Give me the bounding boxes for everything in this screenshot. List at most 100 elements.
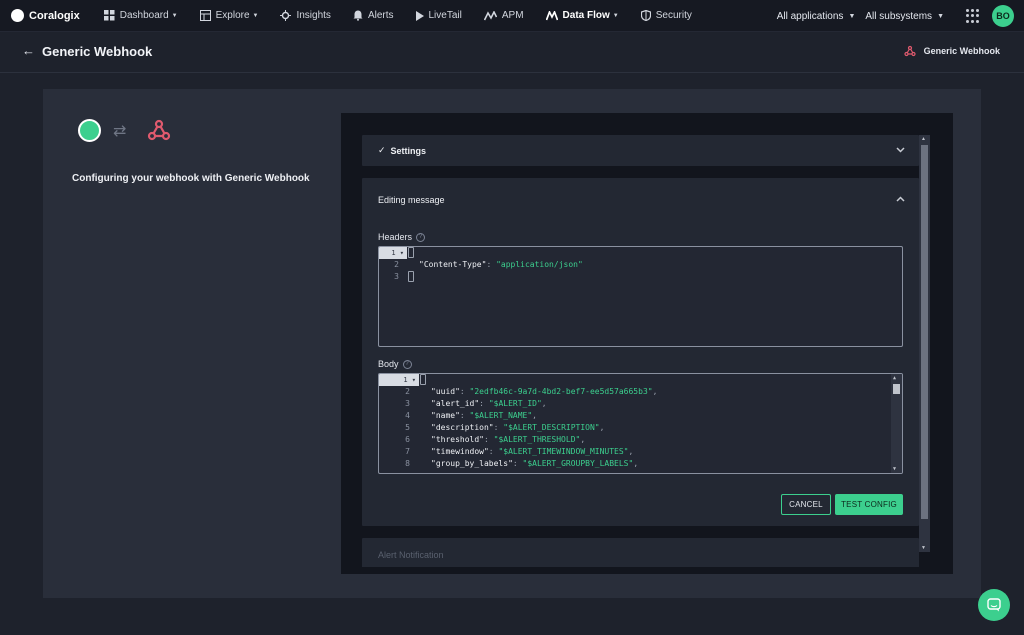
json-comma: ,	[541, 399, 547, 408]
editing-message-title[interactable]: Editing message	[378, 195, 445, 205]
coralogix-logo-icon	[11, 9, 24, 22]
config-panel: ✓ Settings Editing message Headers ? 1 ▾…	[341, 113, 953, 574]
chat-support-button[interactable]	[978, 589, 1010, 621]
chevron-down-icon[interactable]	[896, 145, 905, 155]
line-number: 5	[405, 423, 410, 432]
applications-select[interactable]: All applications ▼	[777, 11, 856, 22]
headers-label: Headers ?	[378, 232, 426, 242]
line-number: 3	[394, 272, 399, 281]
scroll-down-icon[interactable]: ▼	[893, 466, 896, 472]
fold-icon[interactable]: 1 ▾	[391, 247, 404, 259]
test-config-button[interactable]: TEST CONFIG	[835, 494, 903, 515]
nav-dashboard-label: Dashboard	[119, 10, 169, 21]
nav-alerts-label: Alerts	[367, 10, 394, 21]
body-editor-scrollbar[interactable]: ▲ ▼	[891, 374, 902, 473]
line-number: 8	[405, 459, 410, 468]
status-dot	[78, 119, 101, 142]
json-colon: :	[493, 423, 504, 432]
bell-icon	[353, 10, 363, 21]
nav-livetail-label: LiveTail	[428, 10, 462, 21]
nav-livetail[interactable]: LiveTail	[415, 10, 462, 21]
chevron-down-icon: ▼	[252, 12, 259, 19]
nav-data-flow[interactable]: Data Flow ▼	[545, 10, 619, 21]
nav-security[interactable]: Security	[640, 10, 692, 21]
json-key: "description"	[431, 423, 494, 432]
json-colon: :	[488, 447, 499, 456]
dashboard-icon	[103, 10, 115, 21]
user-avatar[interactable]: BO	[992, 5, 1014, 27]
json-comma: ,	[652, 387, 658, 396]
json-value: "$ALERT_ID"	[488, 399, 542, 408]
settings-accordion[interactable]: ✓ Settings	[362, 135, 919, 166]
page-header: ← Generic Webhook Generic Webhook	[0, 32, 1024, 73]
main-panel: ⇄ Configuring your webhook with Generic …	[43, 89, 981, 598]
nav-explore[interactable]: Explore ▼	[199, 10, 259, 21]
code-line: "timewindow": "$ALERT_TIMEWINDOW_MINUTES…	[431, 446, 633, 458]
coralogix-logo[interactable]: Coralogix	[11, 9, 80, 22]
config-scroll-area: ✓ Settings Editing message Headers ? 1 ▾…	[362, 135, 919, 567]
line-number: 2	[394, 260, 399, 269]
alert-notification-accordion[interactable]: Alert Notification	[362, 538, 919, 567]
body-editor[interactable]: 1 ▾ 2 3 4 5 6 7 8 "uuid": "2edfb46c-9a7d…	[378, 373, 903, 474]
swap-arrows-icon: ⇄	[113, 123, 127, 140]
chevron-up-icon[interactable]	[896, 194, 905, 204]
json-value: "$ALERT_NAME"	[469, 411, 533, 420]
headers-editor[interactable]: 1 ▾ 2 3 "Content-Type": "application/jso…	[378, 246, 903, 347]
top-navigation: Coralogix Dashboard ▼ Explore ▼ Insights…	[0, 0, 1024, 32]
scroll-down-icon[interactable]: ▼	[921, 545, 926, 551]
webhook-icon	[904, 45, 916, 57]
json-comma: ,	[580, 435, 586, 444]
json-colon: :	[479, 399, 489, 408]
body-label: Body ?	[378, 359, 412, 369]
nav-insights[interactable]: Insights	[280, 10, 331, 21]
fold-icon[interactable]: 1 ▾	[403, 374, 416, 386]
bracket-match-marker	[408, 271, 414, 282]
code-line: "alert_id": "$ALERT_ID",	[431, 398, 547, 410]
explore-icon	[199, 10, 211, 21]
json-comma: ,	[628, 447, 634, 456]
settings-header: ✓ Settings	[378, 145, 426, 156]
scroll-up-icon[interactable]: ▲	[921, 136, 926, 142]
scrollbar-thumb[interactable]	[893, 384, 900, 394]
nav-alerts[interactable]: Alerts	[353, 10, 394, 21]
cancel-button[interactable]: CANCEL	[781, 494, 831, 515]
headers-label-text: Headers	[378, 232, 413, 242]
integration-name: Generic Webhook	[923, 46, 1000, 56]
subsystems-select[interactable]: All subsystems ▼	[865, 11, 944, 22]
help-icon[interactable]: ?	[416, 232, 426, 242]
active-line-gutter: 1 ▾	[379, 374, 419, 386]
scrollbar-thumb[interactable]	[921, 145, 928, 519]
scroll-up-icon[interactable]: ▲	[893, 375, 896, 381]
json-key: "group_by_labels"	[431, 459, 513, 468]
json-value: "2edfb46c-9a7d-4bd2-bef7-ee5d57a665b3"	[469, 387, 653, 396]
check-icon: ✓	[378, 145, 386, 155]
play-icon	[415, 10, 424, 21]
line-number: 7	[405, 447, 410, 456]
apm-icon	[483, 10, 497, 20]
config-panel-scrollbar[interactable]: ▲ ▼	[919, 135, 930, 552]
json-key: "uuid"	[431, 387, 460, 396]
chevron-down-icon: ▼	[171, 12, 178, 19]
chevron-down-icon: ▼	[848, 12, 856, 20]
settings-title: Settings	[390, 145, 427, 156]
body-label-text: Body	[378, 359, 399, 369]
bracket-match-marker	[420, 374, 426, 385]
webhook-icon	[147, 118, 171, 147]
json-value: "application/json"	[496, 260, 583, 269]
json-comma: ,	[532, 411, 537, 420]
nav-dashboard[interactable]: Dashboard ▼	[103, 10, 178, 21]
back-arrow-icon[interactable]: ←	[22, 44, 36, 58]
json-value: "$ALERT_THRESHOLD"	[493, 435, 581, 444]
editing-message-accordion: Editing message Headers ? 1 ▾ 2 3 "Conte…	[362, 178, 919, 526]
nav-apm[interactable]: APM	[483, 10, 524, 21]
code-line: "name": "$ALERT_NAME",	[431, 410, 537, 422]
apps-grid-icon[interactable]	[966, 9, 980, 23]
help-icon[interactable]: ?	[402, 359, 412, 369]
json-key: "threshold"	[431, 435, 484, 444]
json-comma: ,	[633, 459, 639, 468]
configuring-text: Configuring your webhook with Generic We…	[72, 173, 310, 184]
chevron-down-icon: ▼	[937, 12, 944, 20]
nav-apm-label: APM	[501, 10, 524, 21]
json-key: "alert_id"	[431, 399, 480, 408]
alert-notification-title: Alert Notification	[378, 550, 444, 560]
